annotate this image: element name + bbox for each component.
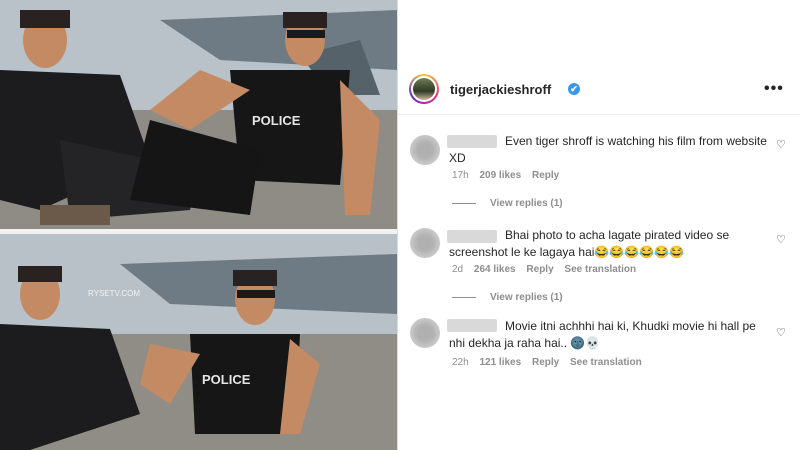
- svg-text:POLICE: POLICE: [252, 113, 301, 128]
- comment-meta: 2d 264 likes Reply See translation: [452, 264, 644, 275]
- like-heart-icon[interactable]: ♡: [776, 139, 788, 151]
- comment-meta: 17h 209 likes Reply: [452, 170, 567, 181]
- post-header: tigerjackieshroff ✔ •••: [398, 0, 800, 114]
- verified-badge-icon: ✔: [568, 83, 580, 95]
- comment-likes[interactable]: 209 likes: [479, 170, 521, 181]
- replies-line: [452, 202, 476, 204]
- commenter-avatar[interactable]: [410, 228, 440, 258]
- svg-text:POLICE: POLICE: [202, 372, 251, 387]
- profile-avatar[interactable]: [409, 74, 439, 104]
- comment-time: 17h: [452, 170, 469, 181]
- see-translation-button[interactable]: See translation: [570, 357, 642, 368]
- post-photo-top: POLICE: [0, 0, 397, 229]
- post-image[interactable]: POLICE POLICE RYSETV.COM: [0, 0, 397, 450]
- comment-text: Bhai photo to acha lagate pirated video …: [449, 228, 730, 259]
- comment-text: Movie itni achhhi hai ki, Khudki movie h…: [449, 319, 756, 350]
- more-options-icon[interactable]: •••: [764, 80, 784, 98]
- reply-button[interactable]: Reply: [526, 264, 553, 275]
- comment-likes[interactable]: 264 likes: [474, 264, 516, 275]
- view-replies-button[interactable]: View replies (1): [452, 292, 563, 303]
- commenter-avatar[interactable]: [410, 318, 440, 348]
- comment-meta: 22h 121 likes Reply See translation: [452, 357, 650, 368]
- profile-username[interactable]: tigerjackieshroff: [450, 82, 551, 97]
- like-heart-icon[interactable]: ♡: [776, 327, 788, 339]
- comment-text: Even tiger shroff is watching his film f…: [449, 134, 767, 165]
- comment-time: 2d: [452, 264, 464, 275]
- header-separator: [398, 114, 800, 115]
- svg-text:RYSETV.COM: RYSETV.COM: [88, 289, 140, 298]
- like-heart-icon[interactable]: ♡: [776, 234, 788, 246]
- comment-time: 22h: [452, 357, 469, 368]
- comment-likes[interactable]: 121 likes: [479, 357, 521, 368]
- comment-item: Bhai photo to acha lagate pirated video …: [398, 220, 800, 315]
- comments-panel: tigerjackieshroff ✔ ••• Even tiger shrof…: [398, 0, 800, 450]
- view-replies-button[interactable]: View replies (1): [452, 198, 563, 209]
- reply-button[interactable]: Reply: [532, 357, 559, 368]
- post-photo-bottom: POLICE RYSETV.COM: [0, 234, 397, 450]
- replies-line: [452, 296, 476, 298]
- comment-item: Movie itni achhhi hai ki, Khudki movie h…: [398, 315, 800, 385]
- see-translation-button[interactable]: See translation: [564, 264, 636, 275]
- comment-item: Even tiger shroff is watching his film f…: [398, 125, 800, 220]
- commenter-avatar[interactable]: [410, 135, 440, 165]
- reply-button[interactable]: Reply: [532, 170, 559, 181]
